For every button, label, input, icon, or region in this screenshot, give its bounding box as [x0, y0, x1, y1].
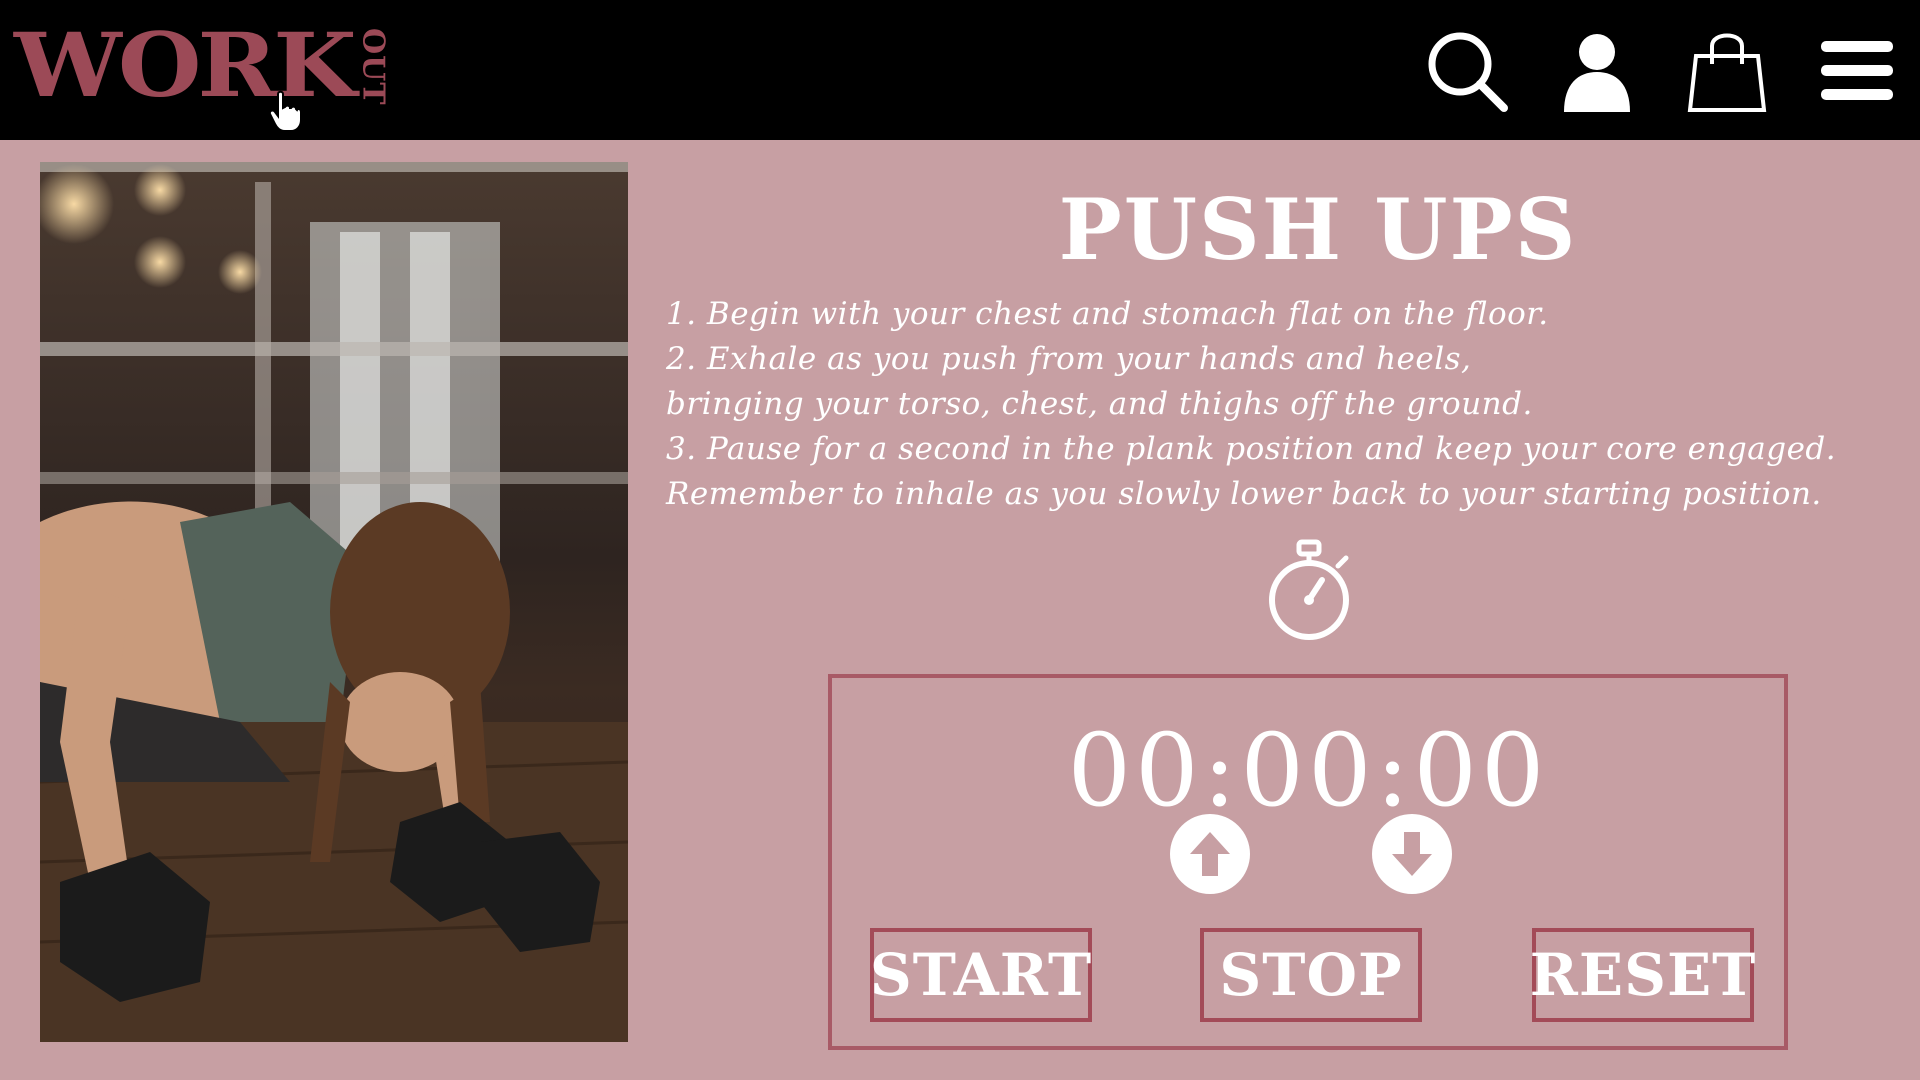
- arrow-down-icon: [1392, 832, 1432, 876]
- timer-display: 00:00:00: [1067, 712, 1549, 829]
- stopwatch-icon: [1269, 539, 1349, 640]
- exercise-title: PUSH UPS: [1058, 180, 1578, 279]
- decrease-time-button[interactable]: [1372, 814, 1452, 894]
- start-button[interactable]: START: [870, 928, 1092, 1022]
- exercise-photo: [40, 162, 628, 1042]
- top-header: WORK OUT: [0, 0, 1920, 140]
- menu-icon[interactable]: [1814, 28, 1900, 114]
- instruction-line: bringing your torso, chest, and thighs o…: [666, 386, 1533, 422]
- instruction-line: 2. Exhale as you push from your hands an…: [666, 341, 1472, 377]
- instruction-line: 3. Pause for a second in the plank posit…: [666, 431, 1837, 467]
- arrow-up-icon: [1190, 832, 1230, 876]
- search-icon[interactable]: [1424, 28, 1510, 114]
- reset-button[interactable]: RESET: [1530, 928, 1755, 1022]
- exercise-instructions: 1. Begin with your chest and stomach fla…: [666, 292, 1916, 517]
- increase-time-button[interactable]: [1170, 814, 1250, 894]
- stop-button[interactable]: STOP: [1200, 928, 1422, 1022]
- main-content: PUSH UPS 1. Begin with your chest and st…: [0, 140, 1920, 1080]
- timer-panel: 00:00:00 START STOP RESET: [828, 674, 1788, 1050]
- instruction-line: Remember to inhale as you slowly lower b…: [666, 476, 1822, 512]
- user-icon[interactable]: [1554, 28, 1640, 114]
- shopping-bag-icon[interactable]: [1684, 28, 1770, 114]
- hand-cursor-icon: [268, 90, 302, 132]
- header-icons: [1424, 26, 1900, 116]
- logo-sub-text: OUT: [355, 28, 391, 106]
- instruction-line: 1. Begin with your chest and stomach fla…: [666, 296, 1549, 332]
- logo[interactable]: WORK OUT: [14, 18, 391, 122]
